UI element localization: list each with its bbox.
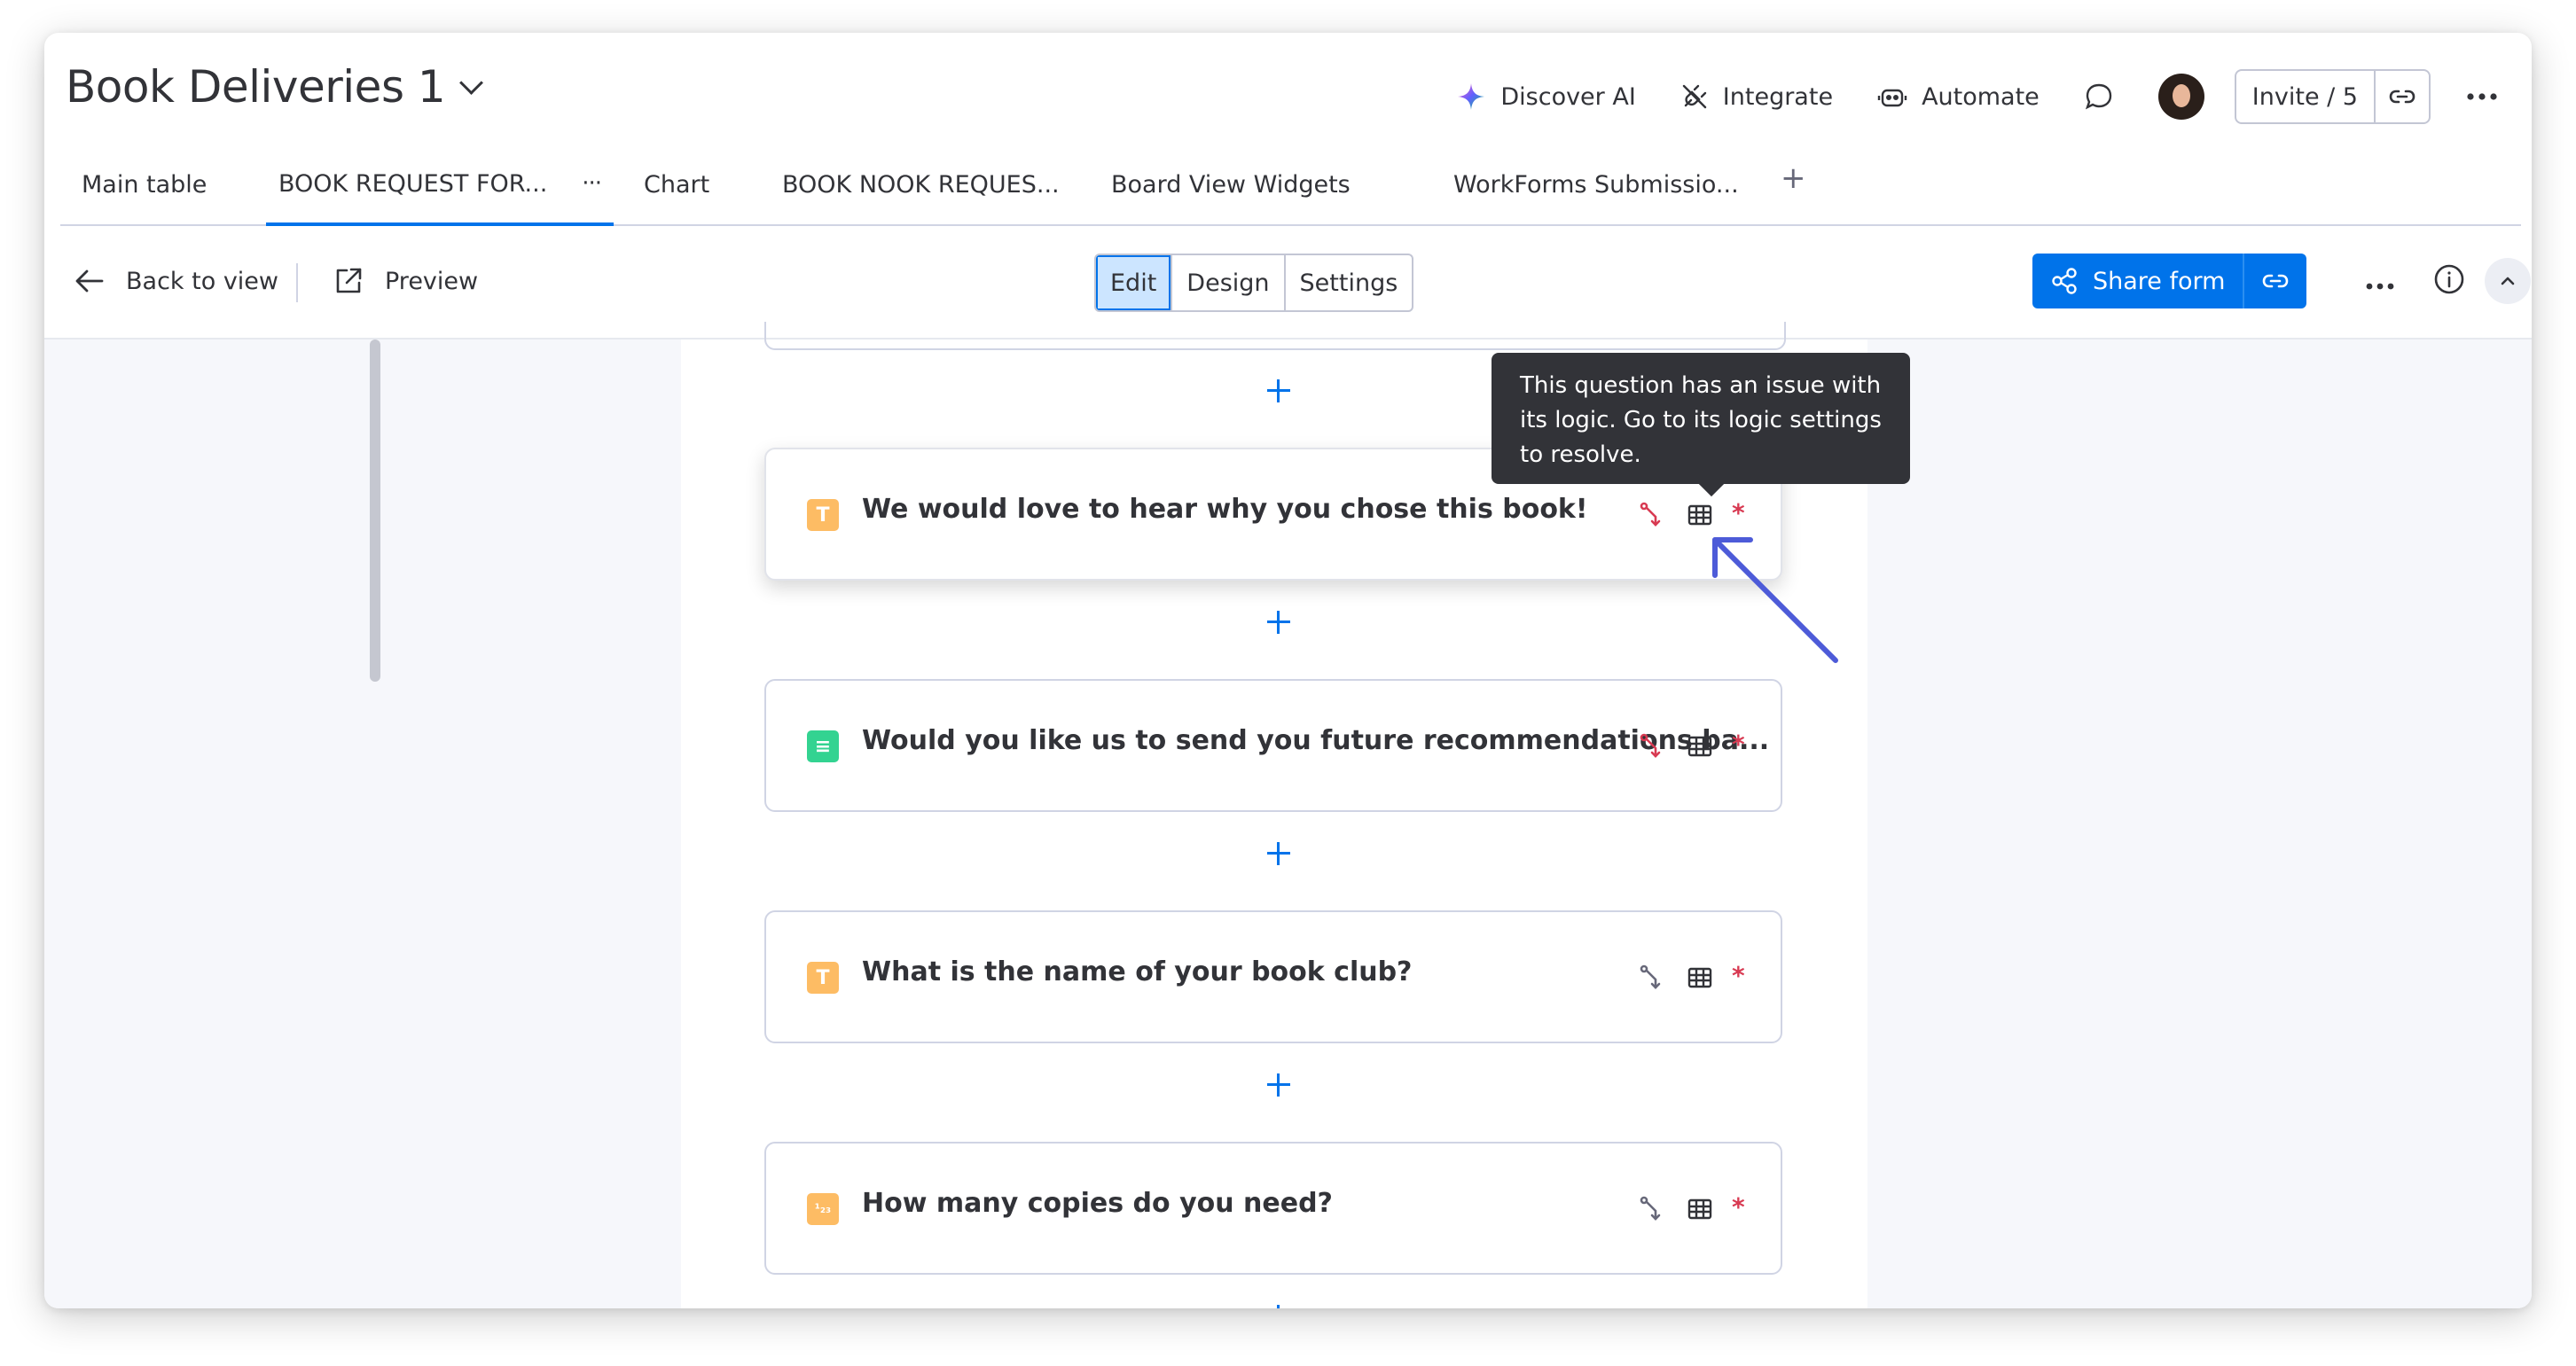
share-form-label: Share form (2093, 267, 2226, 295)
share-form-button[interactable]: Share form (2032, 254, 2307, 308)
question-actions: * (1640, 497, 1745, 529)
form-canvas: T We would love to hear why you chose th… (681, 322, 1867, 1308)
robot-icon (1877, 89, 1907, 107)
copy-form-link-button[interactable] (2243, 254, 2306, 308)
toolbar-more-button[interactable] (2365, 277, 2395, 294)
required-indicator: * (1732, 1191, 1745, 1222)
edit-mode-button[interactable]: Edit (1096, 255, 1171, 310)
mode-switcher: Edit Design Settings (1094, 254, 1414, 312)
avatar-face (2172, 84, 2190, 107)
add-view-button[interactable]: + (1781, 160, 1806, 196)
invite-button[interactable]: Invite / 5 (2234, 69, 2431, 124)
link-icon (2263, 274, 2289, 288)
info-icon (2434, 264, 2464, 294)
dropdown-type-icon: ≡ (807, 730, 839, 762)
question-card[interactable]: ≡ Would you like us to send you future r… (764, 679, 1782, 812)
question-title: Would you like us to send you future rec… (862, 725, 1770, 756)
text-type-icon: T (807, 962, 839, 994)
more-dots-icon (2366, 283, 2394, 290)
automate-button[interactable]: Automate (1877, 82, 2040, 111)
logic-icon[interactable] (1640, 964, 1668, 992)
column-mapping-icon[interactable] (1687, 1198, 1712, 1221)
more-dots-icon (2467, 93, 2497, 100)
board-title[interactable]: Book Deliveries 1 (66, 61, 484, 113)
board-title-text: Book Deliveries 1 (66, 61, 446, 113)
tooltip-text: This question has an issue with its logi… (1520, 372, 1882, 468)
tab-chart[interactable]: Chart (644, 144, 709, 224)
question-title: We would love to hear why you chose this… (862, 494, 1588, 525)
integrate-button[interactable]: Integrate (1680, 82, 1833, 111)
collapse-header-button[interactable] (2485, 258, 2531, 304)
external-link-icon (336, 268, 362, 293)
question-actions: * (1640, 729, 1745, 761)
info-button[interactable] (2433, 263, 2465, 299)
question-actions: * (1640, 1191, 1745, 1223)
share-icon (2052, 268, 2077, 294)
question-card[interactable]: ¹₂₃ How many copies do you need? * (764, 1142, 1782, 1275)
updates-button[interactable] (2084, 82, 2114, 112)
required-indicator: * (1732, 497, 1745, 527)
automate-label: Automate (1922, 82, 2040, 111)
add-question-button[interactable] (1265, 1303, 1292, 1308)
tab-main-table[interactable]: Main table (82, 144, 207, 224)
toolbar-divider (296, 263, 298, 302)
question-actions: * (1640, 960, 1745, 992)
back-to-view-label: Back to view (126, 267, 278, 295)
logic-issue-tooltip: This question has an issue with its logi… (1492, 353, 1910, 484)
arrow-left-icon (75, 269, 104, 293)
column-mapping-icon[interactable] (1687, 966, 1712, 989)
form-editor-area: T We would love to hear why you chose th… (44, 322, 2532, 1308)
sparkle-icon (1458, 83, 1485, 110)
tab-more-icon[interactable]: ··· (582, 170, 602, 197)
add-question-button[interactable] (1265, 378, 1292, 404)
question-title: How many copies do you need? (862, 1188, 1333, 1219)
add-question-button[interactable] (1265, 609, 1292, 636)
column-mapping-icon[interactable] (1687, 735, 1712, 758)
preview-button[interactable]: Preview (333, 254, 478, 308)
top-actions: Discover AI Integrate Automate Invite / … (1412, 69, 2498, 124)
chevron-up-icon (2501, 277, 2515, 285)
link-icon (2389, 90, 2415, 104)
tab-workforms-submissions[interactable]: WorkForms Submissio... (1453, 144, 1739, 224)
numbers-type-icon: ¹₂₃ (807, 1193, 839, 1225)
required-indicator: * (1732, 729, 1745, 759)
back-to-view-button[interactable]: Back to view (74, 254, 278, 308)
required-indicator: * (1732, 960, 1745, 990)
plug-icon (1682, 84, 1706, 109)
tab-label: BOOK REQUEST FOR... (278, 169, 548, 198)
share-form-main[interactable]: Share form (2032, 254, 2243, 308)
more-options-button[interactable] (2466, 92, 2498, 101)
discover-ai-button[interactable]: Discover AI (1456, 82, 1636, 112)
logic-error-icon[interactable] (1640, 501, 1668, 529)
chat-bubble-icon (2085, 83, 2111, 110)
add-question-button[interactable] (1265, 1072, 1292, 1098)
preview-label: Preview (385, 267, 479, 295)
logic-icon[interactable] (1640, 1195, 1668, 1223)
copy-link-button[interactable] (2376, 71, 2429, 122)
question-card[interactable]: T What is the name of your book club? * (764, 910, 1782, 1043)
tab-book-nook-request[interactable]: BOOK NOOK REQUES... (782, 144, 1060, 224)
avatar[interactable] (2157, 74, 2204, 120)
scrollbar[interactable] (370, 340, 380, 682)
design-mode-button[interactable]: Design (1171, 255, 1283, 310)
question-title: What is the name of your book club? (862, 956, 1413, 987)
tab-board-view-widgets[interactable]: Board View Widgets (1111, 144, 1351, 224)
invite-label: Invite / 5 (2236, 71, 2376, 122)
tab-book-request-form[interactable]: BOOK REQUEST FOR... ··· (266, 144, 614, 226)
chevron-down-icon[interactable] (459, 70, 484, 95)
app-window: Book Deliveries 1 Discover AI Integrate … (44, 33, 2532, 1308)
integrate-label: Integrate (1722, 82, 1834, 111)
previous-question-card[interactable] (764, 322, 1786, 350)
text-type-icon: T (807, 499, 839, 531)
view-tabs: Main table BOOK REQUEST FOR... ··· Chart… (60, 144, 2521, 226)
annotation-arrow-icon (1712, 537, 1838, 663)
add-question-button[interactable] (1265, 840, 1292, 867)
discover-ai-label: Discover AI (1500, 82, 1636, 111)
column-mapping-icon[interactable] (1687, 503, 1712, 527)
logic-error-icon[interactable] (1640, 732, 1668, 761)
settings-mode-button[interactable]: Settings (1283, 255, 1413, 310)
